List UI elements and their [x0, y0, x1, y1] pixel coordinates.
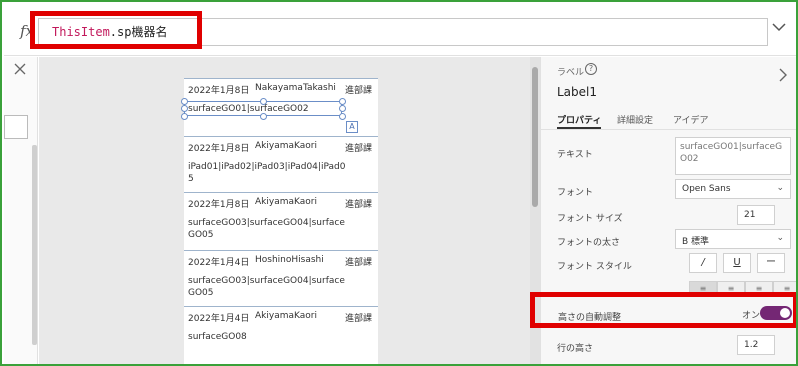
control-type-label: ラベル — [557, 68, 585, 78]
gallery-item[interactable]: 2022年1月8日 NakayamaTakashi 進部課 surfaceGO0… — [181, 78, 378, 136]
item-name: HoshinoHisashi — [255, 255, 324, 265]
tab-divider — [541, 129, 796, 130]
text-property-label: テキスト — [557, 150, 593, 160]
item-devices: surfaceGO08 — [188, 332, 247, 342]
item-date: 2022年1月8日 — [188, 86, 250, 96]
resize-handle[interactable] — [181, 105, 188, 112]
chevron-down-icon: ⌄ — [776, 183, 784, 193]
font-size-input[interactable]: 21 — [737, 205, 775, 225]
resize-handle[interactable] — [260, 113, 267, 120]
chevron-right-icon[interactable] — [778, 67, 788, 86]
tree-view-pane — [4, 57, 38, 364]
item-name: AkiyamaKaori — [255, 197, 317, 207]
canvas-scroll-thumb[interactable] — [532, 67, 538, 207]
resize-handle[interactable] — [181, 113, 188, 120]
font-weight-label: フォントの太さ — [557, 238, 621, 248]
gallery-item[interactable]: 2022年1月8日 AkiyamaKaori 進部課 iPad01|iPad02… — [184, 136, 378, 192]
item-dept: 進部課 — [344, 86, 372, 96]
strikethrough-button[interactable]: ー — [757, 253, 785, 273]
item-date: 2022年1月4日 — [188, 258, 250, 268]
app-window: fx ThisItem.sp機器名 2022年1月8日 NakayamaTaka… — [0, 0, 798, 366]
italic-button[interactable]: / — [689, 253, 717, 273]
item-devices: surfaceGO03|surfaceGO04|surfaceGO05 — [188, 276, 345, 298]
item-devices: surfaceGO03|surfaceGO04|surfaceGO05 — [188, 218, 345, 240]
tree-scrollbar[interactable] — [32, 145, 37, 345]
line-height-label: 行の高さ — [557, 344, 594, 354]
font-size-label: フォント サイズ — [557, 214, 623, 224]
font-style-label: フォント スタイル — [557, 262, 632, 272]
resize-handle[interactable] — [181, 98, 188, 105]
tab-ideas[interactable]: アイデア — [673, 113, 709, 126]
item-name: AkiyamaKaori — [255, 141, 317, 151]
gallery-item[interactable]: 2022年1月4日 HoshinoHisashi 進部課 surfaceGO03… — [184, 250, 378, 306]
gallery[interactable]: 2022年1月8日 NakayamaTakashi 進部課 surfaceGO0… — [181, 78, 378, 364]
tab-properties[interactable]: プロパティ — [557, 113, 601, 126]
font-select[interactable]: Open Sans ⌄ — [675, 179, 791, 199]
item-dept: 進部課 — [344, 258, 372, 268]
gallery-item[interactable]: 2022年1月4日 AkiyamaKaori 進部課 surfaceGO08 — [184, 306, 378, 364]
item-name: NakayamaTakashi — [255, 83, 336, 93]
item-name: AkiyamaKaori — [255, 311, 317, 321]
text-property-input[interactable]: surfaceGO01|surfaceGO02 — [675, 137, 791, 175]
formula-highlight-box — [30, 11, 202, 49]
close-icon[interactable] — [14, 63, 26, 79]
font-property-label: フォント — [557, 188, 594, 198]
resize-handle[interactable] — [260, 98, 267, 105]
label-type-icon: A — [346, 121, 358, 133]
item-dept: 進部課 — [344, 144, 372, 154]
item-dept: 進部課 — [344, 314, 372, 324]
chevron-down-icon[interactable] — [772, 20, 786, 36]
font-weight-value: B 標準 — [682, 237, 710, 247]
item-date: 2022年1月8日 — [188, 144, 250, 154]
chevron-down-icon: ⌄ — [776, 233, 784, 243]
resize-handle[interactable] — [339, 105, 346, 112]
item-devices: iPad01|iPad02|iPad03|iPad04|iPad05 — [188, 162, 346, 184]
item-date: 2022年1月4日 — [188, 314, 250, 324]
item-date: 2022年1月8日 — [188, 200, 250, 210]
item-dept: 進部課 — [344, 200, 372, 210]
font-weight-select[interactable]: B 標準 ⌄ — [675, 229, 791, 249]
help-icon[interactable]: ? — [585, 63, 597, 75]
resize-handle[interactable] — [339, 113, 346, 120]
tree-search-box[interactable] — [4, 115, 28, 139]
auto-height-highlight-box — [530, 292, 796, 328]
control-name: Label1 — [557, 85, 598, 99]
font-select-value: Open Sans — [682, 184, 731, 194]
tab-advanced[interactable]: 詳細設定 — [617, 113, 653, 126]
resize-handle[interactable] — [339, 98, 346, 105]
underline-button[interactable]: U — [723, 253, 751, 273]
gallery-item[interactable]: 2022年1月8日 AkiyamaKaori 進部課 surfaceGO03|s… — [184, 192, 378, 250]
line-height-input[interactable]: 1.2 — [737, 335, 775, 355]
